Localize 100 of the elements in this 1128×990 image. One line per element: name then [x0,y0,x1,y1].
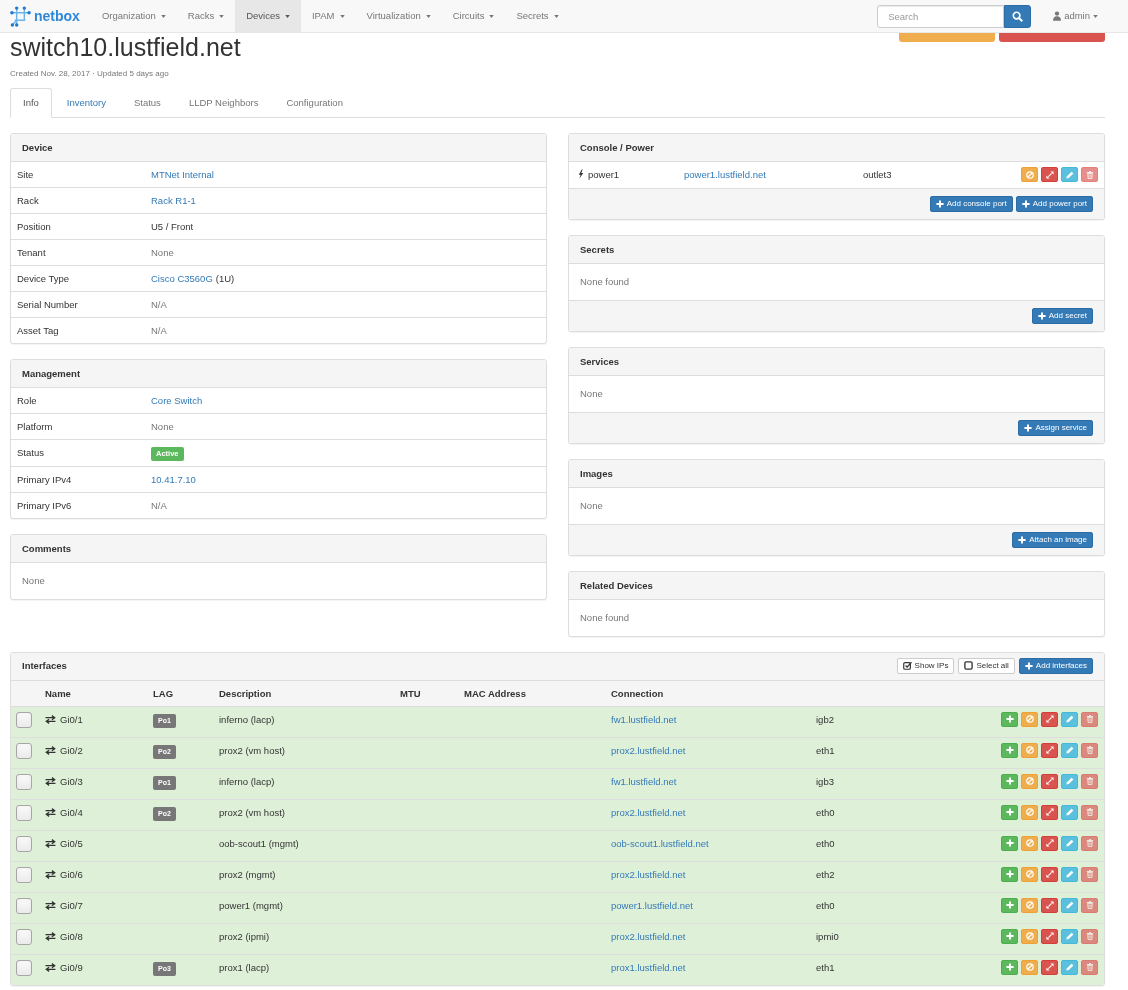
edit-button[interactable] [1061,804,1078,820]
device-link[interactable]: power1.lustfield.net [684,169,766,180]
interface-name: Gi0/7 [60,899,83,911]
nav-menu[interactable]: IPAM [300,0,356,32]
disconnect-button[interactable] [1041,804,1058,820]
plus-icon [1005,901,1014,909]
device-link[interactable]: prox2.lustfield.net [611,806,686,818]
disconnect-button[interactable] [1041,773,1058,789]
swap-arrows-icon [45,931,56,941]
disconnect-button[interactable] [1041,742,1058,758]
brand-name[interactable]: netbox [34,6,80,26]
interface-description: power1 (mgmt) [213,892,394,923]
add-button[interactable]: Assign service [1018,419,1093,436]
device-link[interactable]: oob-scout1.lustfield.net [611,837,709,849]
attribute-label: Primary IPv4 [11,466,145,492]
disconnect-button[interactable] [1041,866,1058,882]
ban-icon [1025,170,1034,179]
device-link[interactable]: prox1.lustfield.net [611,961,686,973]
row-checkbox[interactable] [16,835,32,852]
trash-icon [1085,870,1094,878]
nav-menu[interactable]: Organization [90,0,177,32]
attribute-label: Rack [11,187,145,214]
device-link[interactable]: prox2.lustfield.net [611,744,686,756]
block-button[interactable] [1021,835,1038,851]
edit-button[interactable] [1061,866,1078,882]
add-button[interactable]: Add console port [929,195,1013,212]
device-link[interactable]: prox2.lustfield.net [611,930,686,942]
attribute-link[interactable]: Cisco C3560G [151,273,213,284]
add-button[interactable]: Attach an image [1012,531,1093,548]
add-button[interactable]: Add secret [1031,307,1093,324]
add-button[interactable] [1001,866,1018,882]
device-link[interactable]: fw1.lustfield.net [611,713,677,725]
add-button[interactable] [1001,742,1018,758]
attribute-link[interactable]: 10.41.7.10 [151,473,196,485]
disconnect-button[interactable] [1041,928,1058,944]
block-button[interactable] [1021,804,1038,820]
plus-icon [1037,311,1046,320]
disconnect-button[interactable] [1041,167,1058,182]
block-button[interactable] [1021,167,1038,182]
row-checkbox[interactable] [16,773,32,790]
device-link[interactable]: prox2.lustfield.net [611,868,686,880]
row-checkbox[interactable] [16,742,32,759]
tab[interactable]: Inventory [53,88,119,118]
add-button[interactable] [1001,804,1018,820]
edit-button[interactable] [1061,835,1078,851]
user-menu[interactable]: admin [1053,0,1105,32]
block-button[interactable] [1021,897,1038,913]
nav-menu[interactable]: Racks [176,0,236,32]
tab[interactable]: Info [10,88,52,118]
edit-button[interactable] [1061,928,1078,944]
block-button[interactable] [1021,773,1038,789]
add-button[interactable] [1001,959,1018,975]
trash-icon [1085,901,1094,909]
toggle-button[interactable]: Select all [958,657,1015,674]
search-field[interactable]: Search [877,4,1005,28]
toggle-button[interactable]: Show IPs [896,657,955,674]
edit-button[interactable] [1061,897,1078,913]
disconnect-button[interactable] [1041,835,1058,851]
block-button[interactable] [1021,866,1038,882]
attribute-link[interactable]: Core Switch [151,395,203,406]
row-checkbox[interactable] [16,959,32,976]
add-button[interactable]: Add power port [1015,195,1093,212]
device-link[interactable]: fw1.lustfield.net [611,775,677,787]
disconnect-button[interactable] [1041,711,1058,727]
edit-button[interactable] [1061,711,1078,727]
edit-button[interactable] [1061,167,1078,182]
add-button[interactable] [1001,711,1018,727]
edit-button[interactable] [1061,742,1078,758]
disconnect-button[interactable] [1041,959,1058,975]
device-link[interactable]: power1.lustfield.net [611,899,693,911]
swap-arrows-icon [45,714,56,724]
pencil-icon [1065,746,1074,754]
add-button[interactable]: Add interfaces [1018,657,1093,674]
row-checkbox[interactable] [16,897,32,914]
ban-icon [1025,839,1034,847]
edit-button[interactable] [1061,959,1078,975]
block-button[interactable] [1021,959,1038,975]
add-button[interactable] [1001,897,1018,913]
add-button[interactable] [1001,928,1018,944]
row-checkbox[interactable] [16,804,32,821]
search-button[interactable] [1004,4,1032,28]
nav-menu[interactable]: Virtualization [355,0,442,32]
nav-menu[interactable]: Circuits [441,0,506,32]
interface-name: Gi0/8 [60,930,83,942]
disconnect-button[interactable] [1041,897,1058,913]
nav-menu[interactable]: Devices [235,0,301,32]
row-checkbox[interactable] [16,928,32,945]
add-button[interactable] [1001,835,1018,851]
block-button[interactable] [1021,928,1038,944]
block-button[interactable] [1021,711,1038,727]
block-button[interactable] [1021,742,1038,758]
nav-menu[interactable]: Secrets [505,0,570,32]
row-checkbox[interactable] [16,866,32,883]
attribute-link[interactable]: MTNet Internal [151,169,214,180]
row-checkbox[interactable] [16,711,32,728]
diagonal-arrows-icon [1045,715,1054,723]
attribute-value: None [151,421,174,432]
add-button[interactable] [1001,773,1018,789]
attribute-link[interactable]: Rack R1-1 [151,195,196,206]
edit-button[interactable] [1061,773,1078,789]
